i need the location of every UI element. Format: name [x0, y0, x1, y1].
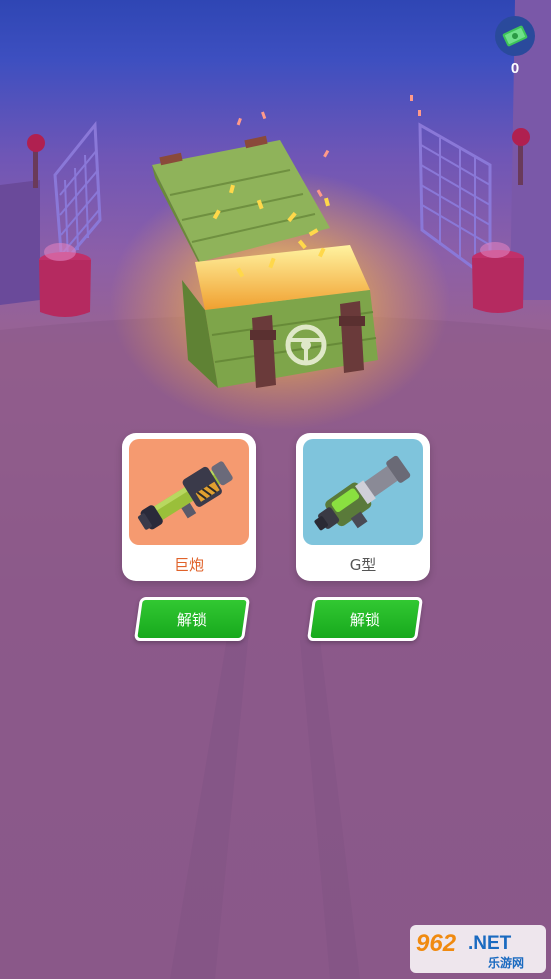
- svg-text:.NET: .NET: [468, 933, 512, 954]
- left-fence: [0, 120, 102, 317]
- cannon-thumbnail: [129, 439, 249, 545]
- site-watermark-logo: 962 .NET 乐游网: [410, 925, 546, 973]
- g-type-weapon-icon: [314, 455, 411, 531]
- g-type-thumbnail: [303, 439, 423, 545]
- cash-stack-icon: [502, 25, 528, 47]
- unlock-button-g-type[interactable]: 解锁: [306, 597, 424, 641]
- reward-name-g-type: G型: [349, 556, 377, 574]
- reward-name-cannon: 巨炮: [173, 556, 204, 574]
- background-scene: [0, 0, 551, 979]
- unlock-button-cannon[interactable]: 解锁: [133, 597, 251, 641]
- reward-card-cannon[interactable]: 巨炮: [122, 433, 256, 581]
- svg-text:962: 962: [416, 930, 457, 957]
- unlock-label: 解锁: [176, 610, 207, 629]
- currency-amount: 0: [510, 60, 520, 77]
- unlock-label: 解锁: [349, 610, 380, 629]
- watermark-logo-image: 962 .NET 乐游网: [410, 925, 546, 973]
- currency-button[interactable]: [495, 16, 535, 56]
- reward-card-g-type[interactable]: G型: [296, 433, 430, 581]
- cannon-weapon-icon: [138, 461, 233, 530]
- svg-text:乐游网: 乐游网: [488, 955, 524, 970]
